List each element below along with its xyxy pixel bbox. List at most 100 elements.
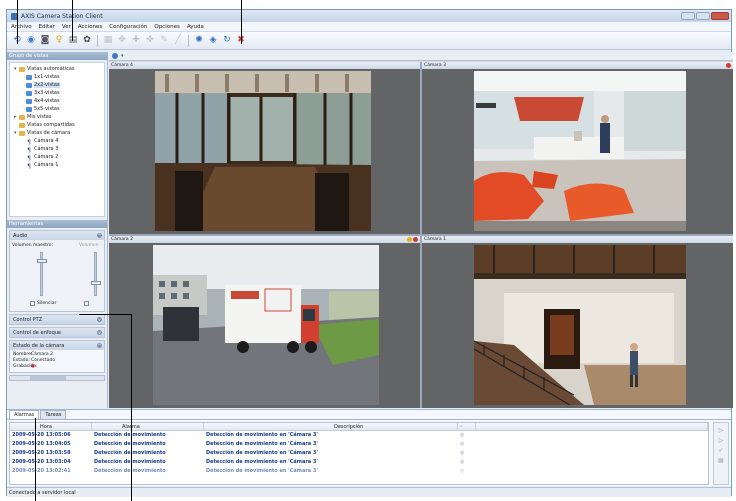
- expand-chevron-icon[interactable]: v: [97, 317, 102, 322]
- draw-icon[interactable]: ╱: [172, 35, 184, 47]
- camera-view-4[interactable]: Cámara 4: [109, 62, 420, 234]
- alarm-bell-icon[interactable]: ♀: [53, 35, 65, 47]
- snapshot-icon[interactable]: ✎: [158, 35, 170, 47]
- collapse-chevron-icon[interactable]: ^: [97, 233, 102, 238]
- camera-status-header[interactable]: Estado de la cámara ^: [10, 341, 104, 350]
- network-icon[interactable]: ✺: [193, 35, 205, 47]
- close-button[interactable]: [711, 12, 729, 20]
- slider-thumb[interactable]: [37, 259, 47, 263]
- table-row[interactable]: 2009-05-20 13:05:06 Detección de movimien…: [10, 431, 708, 440]
- focus-icon[interactable]: ✚: [130, 35, 142, 47]
- acknowledge-icon[interactable]: ◎: [458, 449, 476, 458]
- minimize-button[interactable]: [681, 12, 695, 20]
- live-view-icon[interactable]: ◉: [25, 35, 37, 47]
- volume-slider[interactable]: [91, 252, 101, 296]
- folder-icon: [19, 114, 25, 120]
- tab-tasks[interactable]: Tareas: [40, 410, 67, 419]
- master-volume-slider[interactable]: [37, 252, 47, 296]
- ptz-icon[interactable]: ✥: [116, 35, 128, 47]
- tree-item-my-views[interactable]: ▸ Mis vistas: [10, 113, 104, 121]
- collapse-chevron-icon[interactable]: ^: [97, 343, 102, 348]
- expand-chevron-icon[interactable]: v: [97, 330, 102, 335]
- views-tree: ▾ Vistas automáticas 1x1-vistas 2x2-vista…: [9, 62, 105, 217]
- camera-view-3[interactable]: Cámara 3: [422, 62, 733, 234]
- audio-section: Audio ^ Volumen maestro: Volumen Silencia…: [9, 230, 105, 312]
- tree-item-camera-4[interactable]: ¶ Cámara 4: [10, 137, 104, 146]
- maximize-button[interactable]: [696, 12, 710, 20]
- sidebar-scrollbar[interactable]: [9, 375, 105, 381]
- tree-item-camera-3[interactable]: ¶ Cámara 3: [10, 145, 104, 154]
- camera-icon[interactable]: ◙: [39, 35, 51, 47]
- tree-item-1x1[interactable]: 1x1-vistas: [10, 73, 104, 81]
- menu-editar[interactable]: Editar: [39, 24, 55, 30]
- focus-section-header[interactable]: Control de enfoque v: [10, 328, 104, 337]
- scrollbar-thumb[interactable]: [30, 376, 66, 380]
- dropdown-arrow-icon[interactable]: ▾: [121, 53, 124, 59]
- menu-ver[interactable]: Ver: [62, 24, 71, 30]
- record-icon[interactable]: ✜: [144, 35, 156, 47]
- menu-ayuda[interactable]: Ayuda: [187, 24, 204, 30]
- mute-checkbox[interactable]: Silenciar: [30, 301, 56, 306]
- camera-view-2[interactable]: Cámara 2: [109, 236, 420, 408]
- refresh-icon[interactable]: ↻: [221, 35, 233, 47]
- camera-view-1[interactable]: Cámara 1: [422, 236, 733, 408]
- truck-video-image: [153, 245, 379, 405]
- table-row[interactable]: 2009-05-20 13:03:04 Detección de movimien…: [10, 458, 708, 467]
- tree-item-shared-views[interactable]: Vistas compartidas: [10, 121, 104, 129]
- tree-item-2x2[interactable]: 2x2-vistas: [10, 81, 104, 89]
- acknowledge-icon[interactable]: ◎: [458, 440, 476, 449]
- window-title: AXIS Camera Station Client: [21, 12, 103, 20]
- tree-item-camera-views[interactable]: ▾ Vistas de cámara: [10, 129, 104, 137]
- camera-grid: Cámara 4 Cámara 3 Cámara 2 Cámara 1: [109, 62, 733, 408]
- sequence-icon[interactable]: ◈: [207, 35, 219, 47]
- acknowledge-icon[interactable]: ◎: [458, 467, 476, 476]
- tree-item-3x3[interactable]: 3x3-vistas: [10, 89, 104, 97]
- view-icon: [26, 82, 32, 88]
- volume-label: Volumen: [79, 243, 99, 248]
- table-row[interactable]: 2009-05-20 13:04:05 Detección de movimien…: [10, 440, 708, 449]
- alarm-tabs: Alarmas Tareas: [7, 410, 731, 420]
- menu-opciones[interactable]: Opciones: [154, 24, 179, 30]
- list-icon[interactable]: ▤: [718, 457, 724, 464]
- tree-item-5x5[interactable]: 5x5-vistas: [10, 105, 104, 113]
- document-icon[interactable]: ▤: [67, 35, 79, 47]
- check-icon[interactable]: ✓: [718, 447, 723, 454]
- table-row[interactable]: 2009-05-20 13:03:58 Detección de movimien…: [10, 449, 708, 458]
- column-alarma[interactable]: Alarma: [92, 423, 204, 430]
- views-panel-header: Grupo de vistas: [7, 52, 107, 60]
- slider-thumb[interactable]: [91, 281, 101, 285]
- tree-item-4x4[interactable]: 4x4-vistas: [10, 97, 104, 105]
- ptz-section-header[interactable]: Control PTZ v: [10, 315, 104, 324]
- add-view-icon[interactable]: ▦: [102, 35, 114, 47]
- column-descripcion[interactable]: Descripción: [204, 423, 458, 430]
- table-row[interactable]: 2009-05-20 13:02:41 Detección de movimien…: [10, 467, 708, 476]
- master-volume-label: Volumen maestro:: [12, 243, 54, 248]
- forward-icon[interactable]: ▷: [719, 437, 724, 444]
- folder-icon: [19, 66, 25, 72]
- checkbox-box[interactable]: [84, 301, 89, 306]
- audio-controls: Volumen maestro: Volumen Silenciar: [10, 240, 104, 311]
- toolbar-separator: [97, 34, 98, 47]
- camera-status-body: Nombre: Cámara 2 Estado: Conectado Grabaci…: [13, 352, 56, 369]
- view-nav: ▾: [109, 52, 733, 61]
- column-status-icon[interactable]: ◦: [458, 423, 476, 430]
- menu-configuracion[interactable]: Configuración: [109, 24, 147, 30]
- audio-section-header[interactable]: Audio ^: [10, 231, 104, 240]
- view-icon: [26, 90, 32, 96]
- settings-gear-icon[interactable]: ✿: [81, 35, 93, 47]
- tree-item-camera-1[interactable]: ¶ Cámara 1: [10, 161, 104, 170]
- menu-bar: Archivo Editar Ver Acciones Configuració…: [7, 22, 731, 32]
- view-icon: [26, 74, 32, 80]
- tree-item-auto-views[interactable]: ▾ Vistas automáticas: [10, 65, 104, 73]
- acknowledge-icon[interactable]: ◎: [458, 431, 476, 440]
- checkbox-box[interactable]: [30, 301, 35, 306]
- column-hora[interactable]: Hora: [10, 423, 92, 430]
- play-icon[interactable]: ▷: [719, 427, 724, 434]
- acknowledge-icon[interactable]: ◎: [458, 458, 476, 467]
- toolbar-separator: [188, 34, 189, 47]
- tree-item-camera-2[interactable]: ¶ Cámara 2: [10, 153, 104, 162]
- mute-checkbox-2[interactable]: [84, 301, 89, 306]
- view-nav-icon[interactable]: [112, 53, 118, 59]
- menu-archivo[interactable]: Archivo: [11, 24, 32, 30]
- menu-acciones[interactable]: Acciones: [78, 24, 102, 30]
